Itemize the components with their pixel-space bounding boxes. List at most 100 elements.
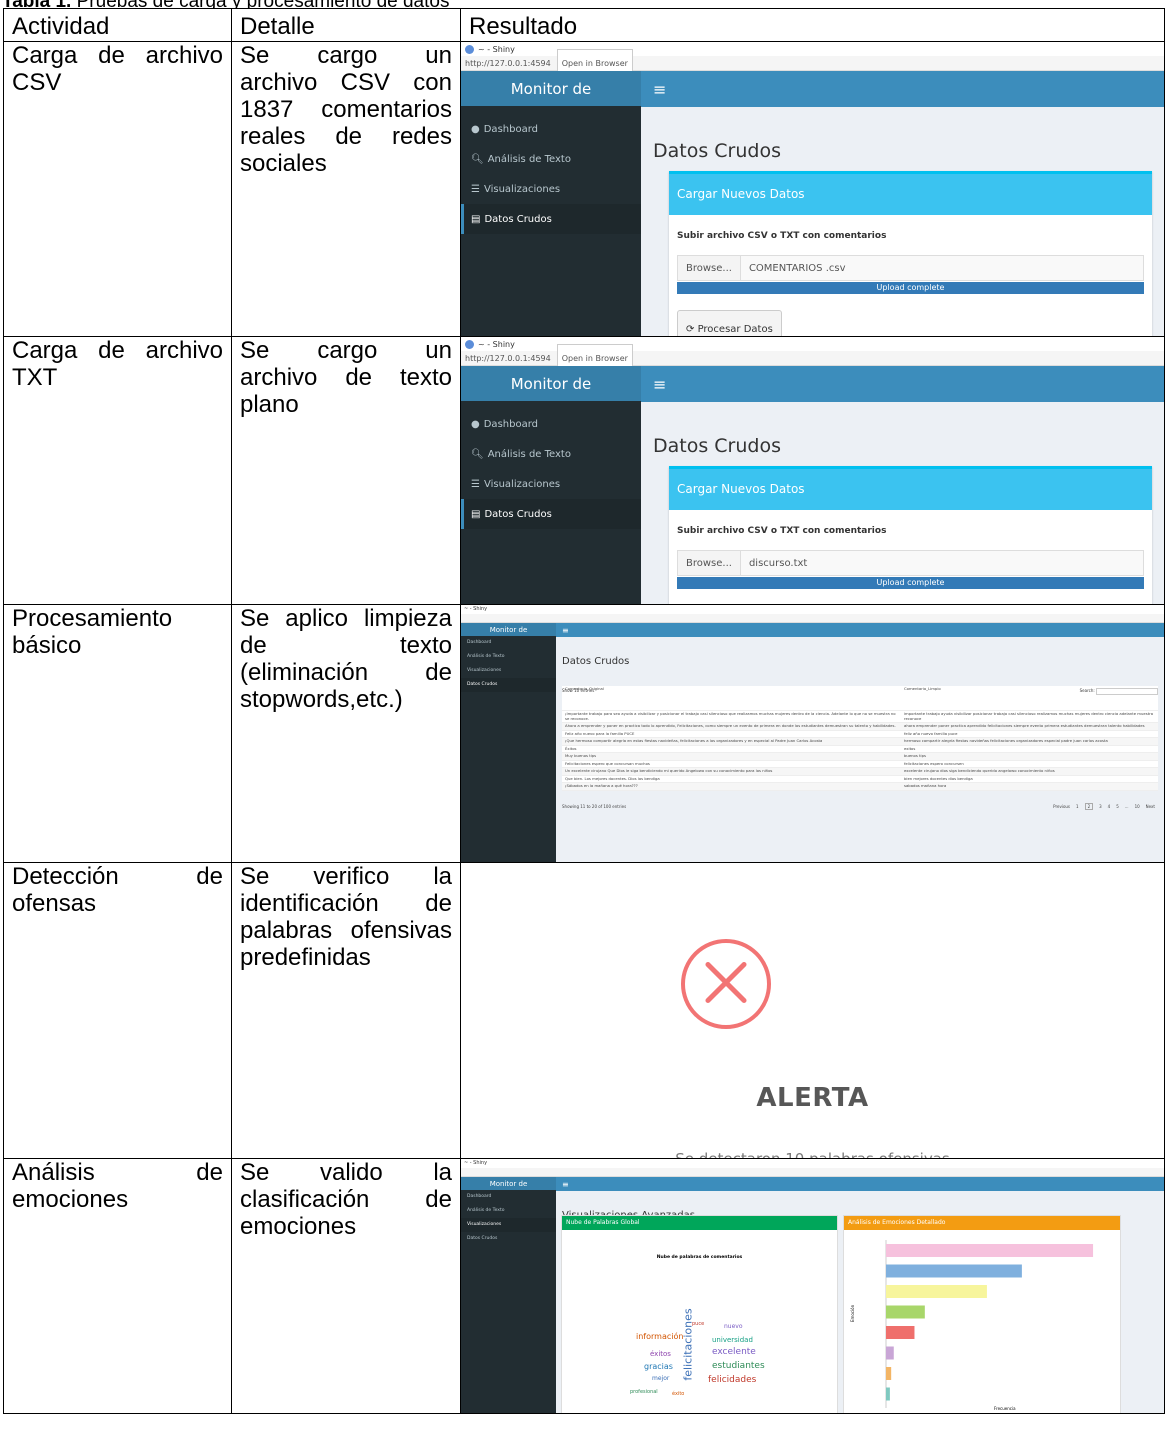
cloud-word: felicidades bbox=[708, 1375, 757, 1385]
table-row: Un excelente cirujano Que Dios le siga b… bbox=[562, 767, 1158, 776]
sidebar-item-dashboard[interactable]: ● Dashboard bbox=[462, 114, 642, 144]
page-link[interactable]: 2 bbox=[1084, 802, 1094, 810]
cloud-word: éxito bbox=[672, 1391, 685, 1397]
table-row: Feliz año nuevo para la familia PUCE feli… bbox=[562, 730, 1158, 738]
alert-title: ALERTA bbox=[756, 1083, 869, 1113]
table-row: Carga de archivo CSV Se cargo un archivo… bbox=[3, 41, 1165, 337]
sidebar-item-analisis[interactable]: 🔍︎ Análisis de Texto bbox=[462, 144, 642, 174]
search-icon: 🔍︎ bbox=[471, 153, 484, 165]
table-row: Éxitos exitos bbox=[562, 745, 1158, 753]
word-cloud: felicitaciones excelente estudiantes felici… bbox=[562, 1271, 837, 1413]
table-row: Ahora a emprender y poner en practica to… bbox=[562, 722, 1158, 731]
page-link[interactable]: 10 bbox=[1135, 804, 1140, 809]
page-link[interactable]: ... bbox=[1125, 804, 1129, 809]
dashboard-icon: ● bbox=[471, 418, 480, 430]
sidebar-item-datos-crudos[interactable]: ▤ Datos Crudos bbox=[461, 204, 641, 234]
sidebar-item-analisis[interactable]: Análisis de Texto bbox=[462, 1204, 557, 1218]
table-row: Procesamiento básico Se aplico limpieza … bbox=[3, 604, 1165, 863]
process-button[interactable]: ⟳ Procesar Datos bbox=[677, 310, 782, 336]
sidebar-item-dashboard[interactable]: ● Dashboard bbox=[462, 409, 642, 439]
upload-box: Cargar Nuevos Datos Subir archivo CSV o … bbox=[669, 466, 1152, 604]
page-link[interactable]: 1 bbox=[1076, 804, 1079, 809]
emotion-bar bbox=[886, 1305, 925, 1319]
original-cell: Ahora a emprender y poner en practica to… bbox=[562, 722, 901, 731]
sidebar-item-visualizaciones[interactable]: ☰ Visualizaciones bbox=[462, 469, 642, 499]
page-link[interactable]: 3 bbox=[1099, 804, 1102, 809]
sidebar-item-analisis[interactable]: 🔍︎ Análisis de Texto bbox=[462, 439, 642, 469]
x-axis-label: Frecuencia bbox=[994, 1406, 1016, 1411]
emotion-bar bbox=[886, 1367, 892, 1380]
panel-title: Nube de Palabras Global bbox=[562, 1216, 837, 1230]
sidebar-item-visualizaciones[interactable]: Visualizaciones bbox=[461, 1218, 556, 1232]
emotion-chart: Emoción Frecuencia bbox=[850, 1240, 1094, 1411]
search-input[interactable]: Search: bbox=[1080, 677, 1158, 695]
sidebar-item-datos-crudos[interactable]: ▤ Datos Crudos bbox=[461, 499, 641, 529]
box-title: Cargar Nuevos Datos bbox=[669, 469, 1152, 510]
col-original[interactable]: Comentario_Original bbox=[562, 686, 901, 711]
panel-title: Análisis de Emociones Detallado bbox=[844, 1216, 1120, 1230]
detalle-cell: Se cargo un archivo CSV con 1837 comenta… bbox=[231, 41, 461, 337]
original-cell: Un excelente cirujano Que Dios le siga b… bbox=[562, 767, 901, 776]
sidebar-item-dashboard[interactable]: Dashboard bbox=[462, 1190, 557, 1204]
limpio-cell: sabados mañana hora bbox=[901, 782, 1158, 791]
chart-icon: ☰ bbox=[471, 478, 480, 490]
sidebar-item-datos-crudos[interactable]: Datos Crudos bbox=[462, 1232, 557, 1246]
table-row: ¡Sábados en la mañana a qué hora??? sabad… bbox=[562, 782, 1158, 791]
table-row: Detección de ofensas Se verifico la iden… bbox=[3, 862, 1165, 1159]
original-cell: ¡Sábados en la mañana a qué hora??? bbox=[562, 782, 901, 791]
sidebar-item-dashboard[interactable]: Dashboard bbox=[462, 636, 557, 650]
menu-icon[interactable]: ≡ bbox=[653, 76, 666, 103]
emotion-panel: Análisis de Emociones Detallado Emoción F… bbox=[843, 1215, 1121, 1413]
resultado-alert: ALERTA Se detectaron 10 palabras ofensiv… bbox=[460, 862, 1165, 1159]
cloud-word: éxitos bbox=[650, 1350, 671, 1358]
entries-info: Showing 11 to 20 of 100 entries bbox=[562, 803, 627, 809]
detalle-cell: Se valido la clasificación de emociones bbox=[231, 1158, 461, 1414]
limpio-cell: excelente cirujano dios siga bendiciendo… bbox=[901, 767, 1158, 776]
raw-data-table: Comentario_Original Comentario_Limpio ¡Im… bbox=[562, 686, 1158, 791]
browse-button[interactable]: Browse... bbox=[678, 256, 741, 280]
file-label: Subir archivo CSV o TXT con comentarios bbox=[677, 526, 887, 536]
sidebar-item-datos-crudos[interactable]: Datos Crudos bbox=[461, 678, 556, 692]
page-link[interactable]: 5 bbox=[1116, 804, 1119, 809]
page-title: Datos Crudos bbox=[562, 656, 630, 667]
file-name-field: COMENTARIOS .csv bbox=[740, 256, 1143, 280]
wordcloud-panel: Nube de Palabras Global Nube de palabras… bbox=[561, 1215, 838, 1413]
emotion-bar bbox=[886, 1264, 1022, 1278]
sidebar: Dashboard Análisis de Texto Visualizacio… bbox=[461, 636, 556, 862]
results-table: Actividad Detalle Resultado Carga de arc… bbox=[3, 8, 1165, 1414]
search-icon: 🔍︎ bbox=[471, 448, 484, 460]
page-link[interactable]: 4 bbox=[1108, 804, 1111, 809]
chart-icon: ☰ bbox=[471, 183, 480, 195]
browse-button[interactable]: Browse... bbox=[678, 551, 741, 575]
original-cell: Feliz año nuevo para la familia PUCE bbox=[562, 730, 901, 738]
cloud-word: nuevo bbox=[724, 1323, 743, 1330]
cloud-word: puce bbox=[692, 1321, 705, 1327]
sidebar-item-visualizaciones[interactable]: ☰ Visualizaciones bbox=[462, 174, 642, 204]
database-icon: ▤ bbox=[471, 213, 481, 225]
page-link[interactable]: Next bbox=[1146, 804, 1155, 809]
menu-icon[interactable]: ≡ bbox=[653, 371, 666, 398]
emotion-bar bbox=[886, 1387, 890, 1401]
table-header-row: Actividad Detalle Resultado bbox=[3, 8, 1165, 42]
dashboard-icon: ● bbox=[471, 123, 480, 135]
box-title: Cargar Nuevos Datos bbox=[669, 174, 1152, 215]
actividad-cell: Detección de ofensas bbox=[3, 862, 232, 1159]
table-row: ¡Que hermoso compartir alegría en estas … bbox=[562, 737, 1158, 746]
sidebar: ● Dashboard 🔍︎ Análisis de Texto ☰ Visualiz… bbox=[461, 106, 641, 336]
entries-selector[interactable]: Show 10 entries bbox=[562, 677, 594, 693]
sidebar-item-visualizaciones[interactable]: Visualizaciones bbox=[462, 664, 557, 678]
pagination[interactable]: Previous 1 2 3 4 5... 10 Next bbox=[1050, 793, 1158, 820]
detalle-cell: Se cargo un archivo de texto plano bbox=[231, 336, 461, 605]
app-logo: Monitor de bbox=[461, 366, 641, 402]
header-actividad: Actividad bbox=[3, 8, 232, 42]
table-row: Carga de archivo TXT Se cargo un archivo… bbox=[3, 336, 1165, 605]
sidebar: Dashboard Análisis de Texto Visualizacio… bbox=[461, 1190, 556, 1413]
page-link[interactable]: Previous bbox=[1053, 804, 1070, 809]
original-cell: Que bien. Los mejores docentes. Dios los… bbox=[562, 775, 901, 783]
detalle-cell: Se verifico la identificación de palabra… bbox=[231, 862, 461, 1159]
sidebar-item-analisis[interactable]: Análisis de Texto bbox=[462, 650, 557, 664]
emotion-bar bbox=[886, 1285, 987, 1298]
header-detalle: Detalle bbox=[231, 8, 461, 42]
table-row: Que bien. Los mejores docentes. Dios los… bbox=[562, 775, 1158, 783]
cloud-title: Nube de palabras de comentarios bbox=[656, 1255, 743, 1260]
